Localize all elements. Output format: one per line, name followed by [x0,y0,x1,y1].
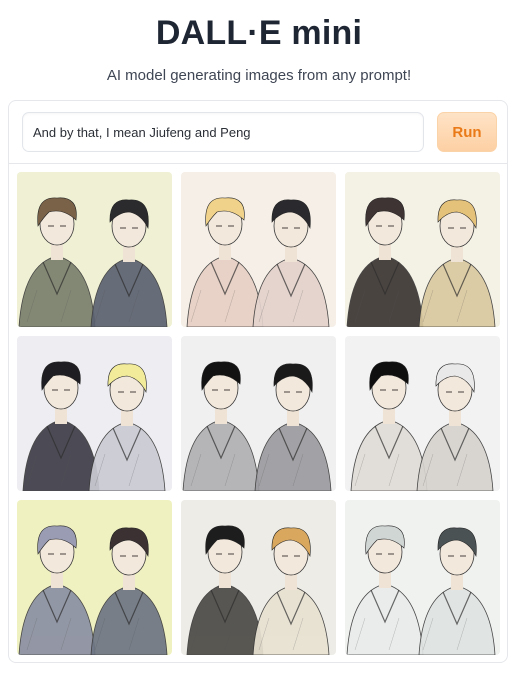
generated-image-artwork [17,336,172,491]
generated-image-artwork [345,172,500,327]
generated-image[interactable] [345,172,500,327]
generated-image[interactable] [345,500,500,655]
generated-image[interactable] [181,172,336,327]
generator-panel: Run [8,100,508,663]
generated-image-artwork [345,500,500,655]
generated-image-artwork [345,336,500,491]
page-title: DALL·E mini [155,14,363,52]
generated-image[interactable] [17,336,172,491]
generated-image-artwork [17,172,172,327]
image-gallery [17,172,501,655]
page-header: DALL·E mini AI model generating images f… [0,0,518,86]
generated-image[interactable] [181,500,336,655]
run-button[interactable]: Run [437,112,497,152]
generated-image[interactable] [17,172,172,327]
generated-image[interactable] [181,336,336,491]
generated-image-artwork [17,500,172,655]
generated-image[interactable] [345,336,500,491]
generated-image[interactable] [17,500,172,655]
prompt-input[interactable] [22,112,424,152]
page-subtitle: AI model generating images from any prom… [106,67,412,84]
prompt-row: Run [9,101,507,164]
generated-image-artwork [181,500,336,655]
generated-image-artwork [181,172,336,327]
generated-image-artwork [181,336,336,491]
